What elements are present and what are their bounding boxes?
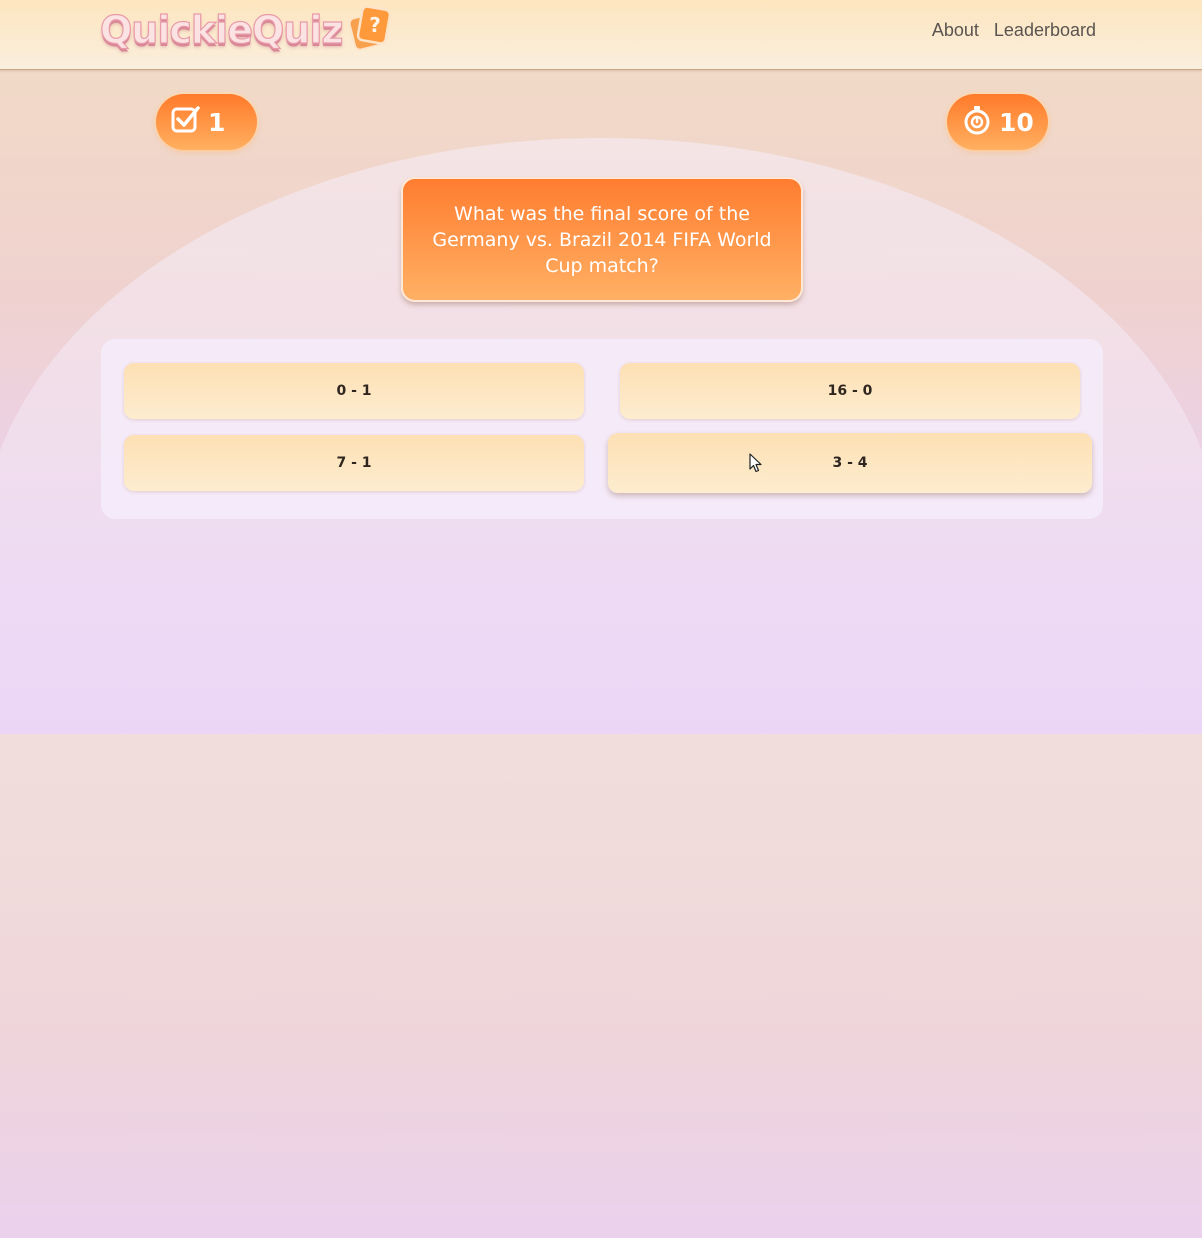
answer-label: 7 - 1 [336, 455, 372, 471]
question-card: What was the final score of the Germany … [401, 177, 803, 302]
answer-label: 0 - 1 [336, 383, 372, 399]
main-nav: About Leaderboard [932, 20, 1096, 41]
question-text: What was the final score of the Germany … [432, 202, 772, 277]
question-card-icon: ? [348, 4, 392, 52]
answer-option-1[interactable]: 0 - 1 [124, 363, 584, 419]
top-header: QuickieQuiz ? About Leaderboard [0, 0, 1202, 70]
nav-about-link[interactable]: About [932, 20, 979, 41]
answer-label: 3 - 4 [832, 455, 868, 471]
answer-label: 16 - 0 [827, 383, 873, 399]
timer-value: 10 [999, 107, 1034, 137]
mouse-pointer-icon [749, 453, 763, 473]
answer-option-4[interactable]: 3 - 4 [608, 433, 1092, 493]
stopwatch-icon [961, 104, 993, 140]
answer-option-2[interactable]: 16 - 0 [620, 363, 1080, 419]
timer-badge: 10 [947, 94, 1048, 150]
logo[interactable]: QuickieQuiz ? [99, 5, 392, 53]
checkbox-check-icon [170, 104, 202, 140]
answer-option-3[interactable]: 7 - 1 [124, 435, 584, 491]
score-value: 1 [208, 107, 226, 137]
background-arch [0, 138, 1202, 1238]
logo-text: QuickieQuiz [99, 7, 344, 52]
svg-text:?: ? [370, 13, 382, 37]
nav-leaderboard-link[interactable]: Leaderboard [994, 20, 1096, 41]
score-badge: 1 [156, 94, 257, 150]
